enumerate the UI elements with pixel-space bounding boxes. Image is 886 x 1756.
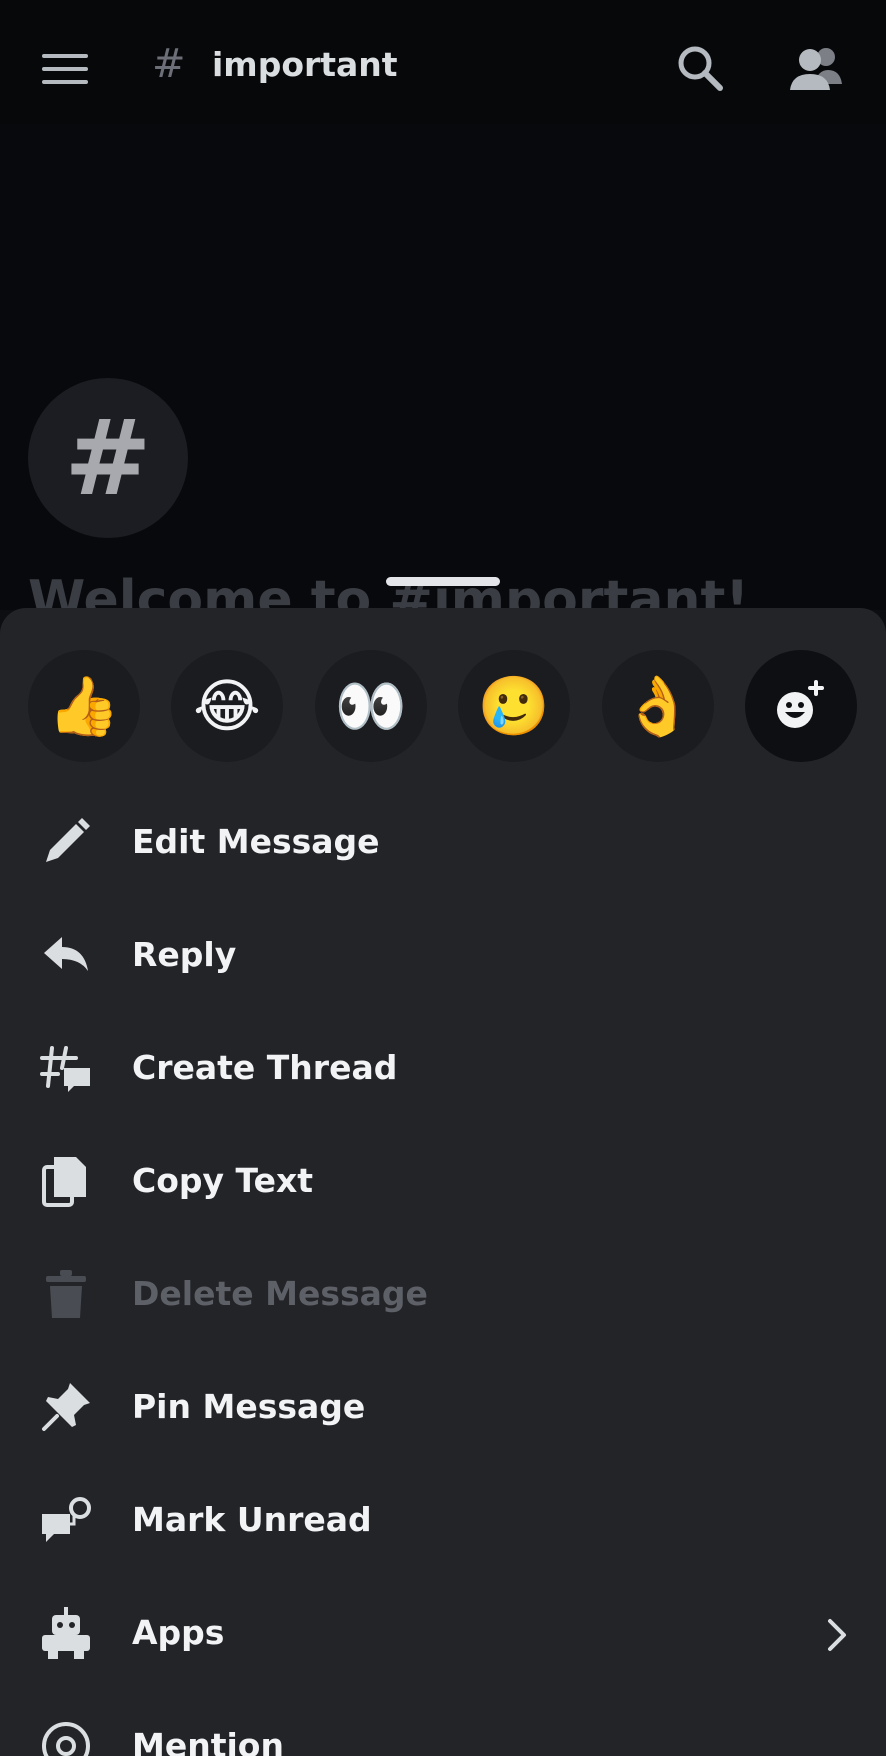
- pin-icon: [40, 1381, 92, 1433]
- menu-item-label: Edit Message: [132, 822, 380, 861]
- chevron-right-icon: [826, 1617, 850, 1653]
- reaction-holding-back-tears[interactable]: 🥲: [458, 650, 570, 762]
- hamburger-menu-icon[interactable]: [42, 54, 88, 86]
- thread-icon: [40, 1042, 92, 1094]
- menu-item-edit-message[interactable]: Edit Message: [0, 786, 886, 899]
- channel-header: # important: [0, 0, 886, 124]
- search-icon[interactable]: [676, 44, 726, 94]
- trash-icon: [40, 1268, 92, 1320]
- menu-item-label: Mention: [132, 1726, 284, 1756]
- menu-item-delete-message: Delete Message: [0, 1238, 886, 1351]
- add-reaction-button[interactable]: [745, 650, 857, 762]
- channel-avatar: #: [28, 378, 188, 538]
- menu-item-mention[interactable]: Mention: [0, 1690, 886, 1756]
- menu-item-create-thread[interactable]: Create Thread: [0, 1012, 886, 1125]
- pencil-icon: [40, 816, 92, 868]
- menu-item-apps[interactable]: Apps: [0, 1577, 886, 1690]
- quick-reactions-row: 👍 😂 👀 🥲 👌: [0, 650, 886, 764]
- robot-icon: [40, 1607, 92, 1659]
- channel-name[interactable]: important: [212, 48, 398, 81]
- menu-item-label: Reply: [132, 935, 237, 974]
- reply-icon: [40, 929, 92, 981]
- screen: # important # Welcome to #important! 👍 😂: [0, 0, 886, 1756]
- copy-icon: [40, 1155, 92, 1207]
- message-area-backdrop[interactable]: [0, 124, 886, 610]
- channel-hash-icon: #: [152, 41, 186, 87]
- members-icon[interactable]: [788, 44, 844, 94]
- hash-icon: #: [64, 397, 152, 519]
- menu-item-label: Create Thread: [132, 1048, 398, 1087]
- sheet-drag-handle[interactable]: [386, 577, 500, 586]
- add-reaction-icon: [777, 680, 824, 728]
- mark-unread-icon: [40, 1494, 92, 1546]
- menu-item-label: Delete Message: [132, 1274, 428, 1313]
- at-icon: [40, 1720, 92, 1756]
- reaction-ok-hand[interactable]: 👌: [602, 650, 714, 762]
- reaction-thumbs-up[interactable]: 👍: [28, 650, 140, 762]
- menu-item-reply[interactable]: Reply: [0, 899, 886, 1012]
- menu-item-label: Pin Message: [132, 1387, 366, 1426]
- menu-item-copy-text[interactable]: Copy Text: [0, 1125, 886, 1238]
- menu-item-label: Mark Unread: [132, 1500, 372, 1539]
- reaction-joy[interactable]: 😂: [171, 650, 283, 762]
- menu-item-label: Apps: [132, 1613, 225, 1652]
- menu-item-label: Copy Text: [132, 1161, 314, 1200]
- menu-item-pin-message[interactable]: Pin Message: [0, 1351, 886, 1464]
- menu-item-mark-unread[interactable]: Mark Unread: [0, 1464, 886, 1577]
- reaction-eyes[interactable]: 👀: [315, 650, 427, 762]
